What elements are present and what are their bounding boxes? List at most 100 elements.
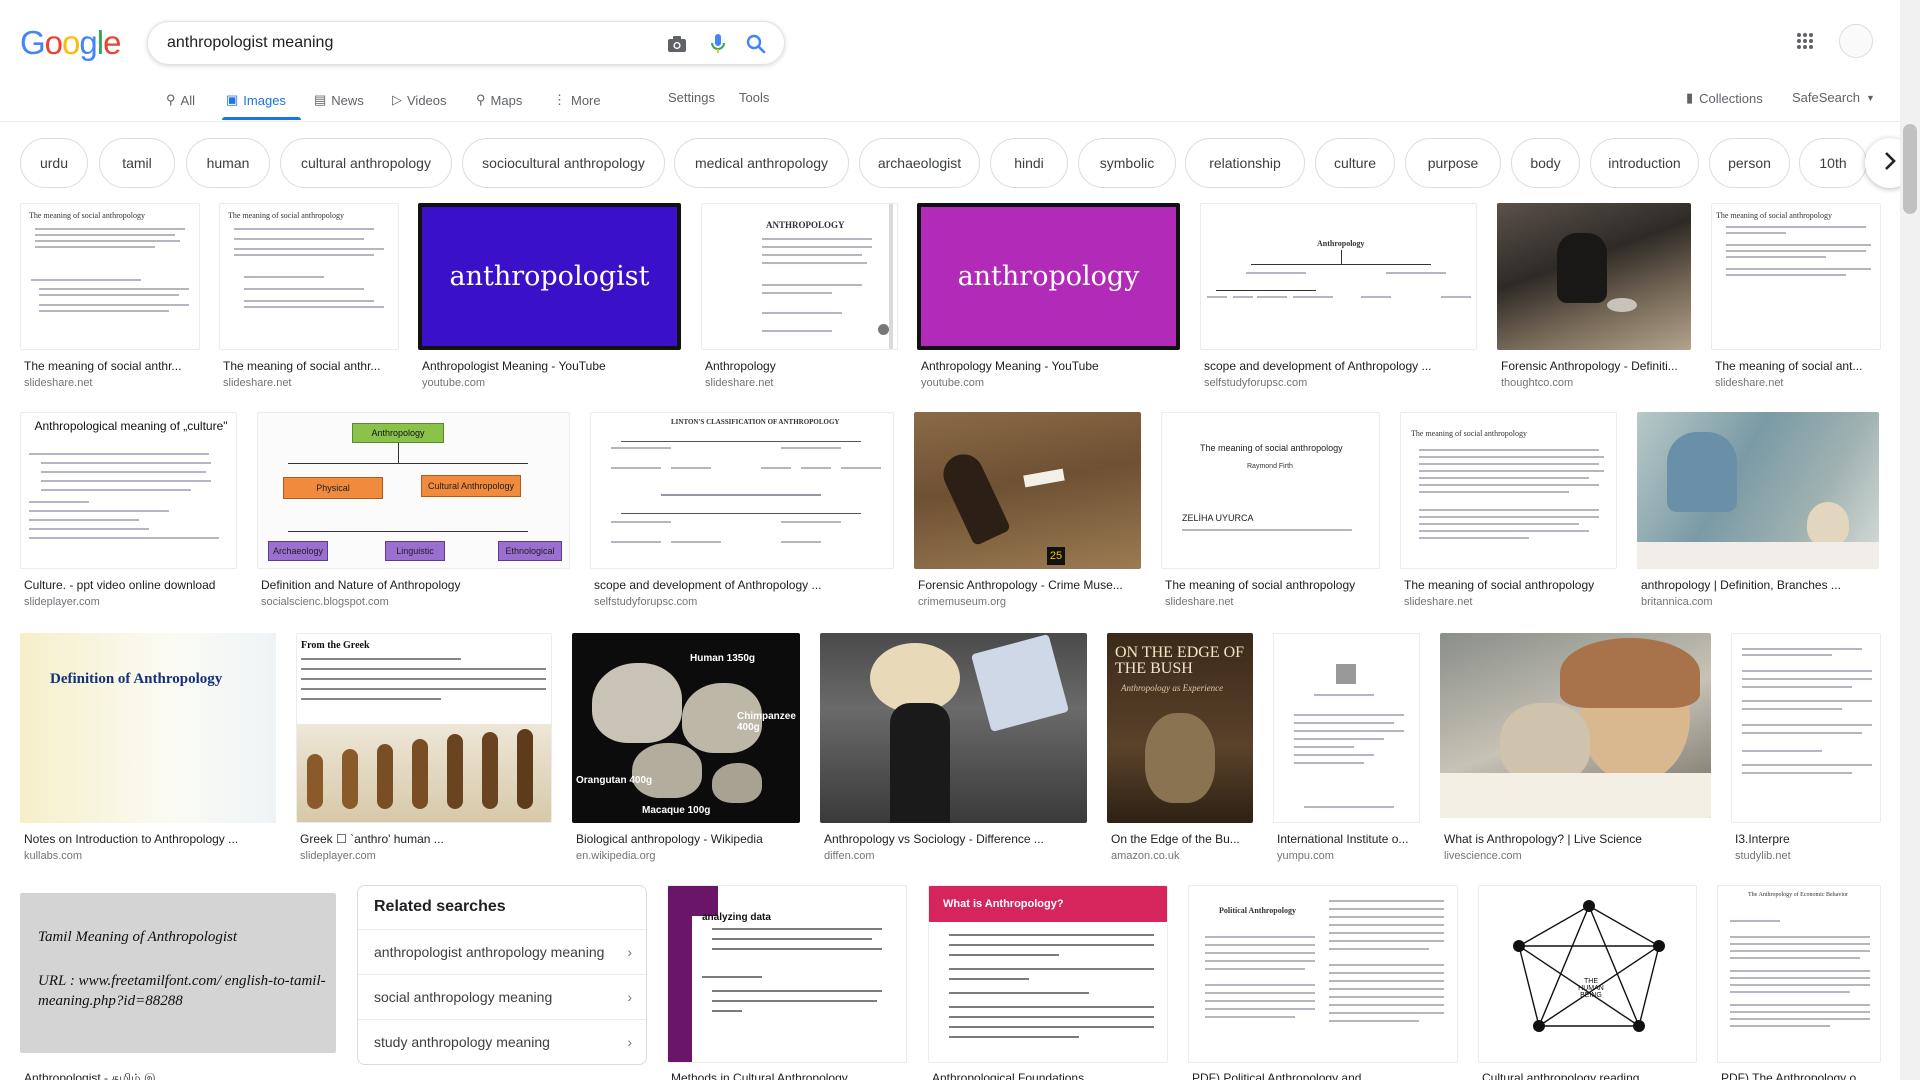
result-thumbnail[interactable]: The meaning of social anthropology (1711, 203, 1881, 350)
chip[interactable]: hindi (990, 138, 1068, 188)
safesearch-button[interactable]: SafeSearch ▼ (1792, 90, 1875, 105)
chip[interactable]: 10th (1799, 138, 1867, 188)
image-result[interactable]: LINTON'S CLASSIFICATION OF ANTHROPOLOGY … (590, 412, 894, 612)
related-search-link[interactable]: anthropologist anthropology meaning › (358, 929, 646, 974)
tab-all[interactable]: ⚲ All (166, 90, 195, 110)
image-result[interactable]: From the Greek Greek ☐ `anthro' human ..… (296, 633, 552, 865)
tab-more[interactable]: ⋮ More (553, 90, 601, 110)
header-divider (0, 121, 1900, 122)
image-result[interactable]: Political Anthropology PDF) Political An… (1188, 885, 1458, 1080)
chip[interactable]: introduction (1590, 138, 1699, 188)
result-thumbnail[interactable]: Anthropology Physical Cultural Anthropol… (257, 412, 570, 569)
result-thumbnail[interactable]: The meaning of social anthropology Raymo… (1161, 412, 1380, 569)
result-thumbnail[interactable]: LINTON'S CLASSIFICATION OF ANTHROPOLOGY (590, 412, 894, 569)
image-result[interactable]: Definition of Anthropology Notes on Intr… (20, 633, 276, 865)
result-thumbnail[interactable]: The Anthropology of Economic Behavior (1717, 885, 1881, 1063)
google-logo[interactable]: Google (20, 24, 121, 62)
avatar[interactable] (1839, 24, 1873, 58)
result-thumbnail[interactable] (1637, 412, 1879, 569)
result-thumbnail[interactable]: anthropologist (418, 203, 681, 350)
chip[interactable]: person (1709, 138, 1790, 188)
result-thumbnail[interactable] (820, 633, 1087, 823)
image-result[interactable]: ON THE EDGE OF THE BUSH Anthropology as … (1107, 633, 1253, 865)
result-thumbnail[interactable] (1731, 633, 1881, 823)
image-result[interactable]: What is Anthropology? Anthropological Fo… (928, 885, 1168, 1080)
image-result[interactable]: The meaning of social anthropology The m… (1400, 412, 1617, 612)
result-thumbnail[interactable]: ON THE EDGE OF THE BUSH Anthropology as … (1107, 633, 1253, 823)
image-result[interactable]: I3.Interpre studylib.net (1731, 633, 1881, 865)
image-result[interactable]: 25 Forensic Anthropology - Crime Muse...… (914, 412, 1141, 612)
image-result[interactable]: Anthropology vs Sociology - Difference .… (820, 633, 1087, 865)
image-result[interactable]: Anthropology Physical Cultural Anthropol… (257, 412, 570, 612)
image-result[interactable]: Tamil Meaning of Anthropologist URL : ww… (20, 885, 336, 1080)
image-result[interactable]: The meaning of social anthropology The m… (20, 203, 200, 393)
image-result[interactable]: THE HUMAN BEING Cultural anthropology re… (1478, 885, 1697, 1080)
chip[interactable]: relationship (1185, 138, 1305, 188)
related-search-link[interactable]: social anthropology meaning › (358, 974, 646, 1019)
image-result[interactable]: analyzing data Methods in Cultural Anthr… (667, 885, 907, 1080)
chip[interactable]: tamil (99, 138, 175, 188)
image-result[interactable]: The meaning of social anthropology The m… (219, 203, 399, 393)
image-result[interactable]: Human 1350g Chimpanzee 400g Orangutan 40… (572, 633, 800, 865)
chip[interactable]: sociocultural anthropology (462, 138, 665, 188)
image-result[interactable]: The meaning of social anthropology The m… (1711, 203, 1881, 393)
image-result[interactable]: The meaning of social anthropology Raymo… (1161, 412, 1380, 612)
result-thumbnail[interactable]: THE HUMAN BEING (1478, 885, 1697, 1063)
result-thumbnail[interactable]: anthropology (917, 203, 1180, 350)
chip[interactable]: cultural anthropology (280, 138, 452, 188)
chip[interactable]: symbolic (1078, 138, 1176, 188)
chip[interactable]: body (1511, 138, 1580, 188)
result-thumbnail[interactable]: Definition of Anthropology (20, 633, 276, 823)
search-box[interactable]: anthropologist meaning (147, 21, 785, 65)
result-thumbnail[interactable]: 25 (914, 412, 1141, 569)
result-thumbnail[interactable]: ANTHROPOLOGY (701, 203, 898, 350)
chip[interactable]: archaeologist (859, 138, 980, 188)
camera-icon[interactable] (666, 33, 688, 55)
result-thumbnail[interactable]: analyzing data (667, 885, 907, 1063)
tab-maps[interactable]: ⚲ Maps (476, 90, 522, 110)
tab-images[interactable]: ▣ Images (226, 90, 286, 110)
collections-button[interactable]: ▮ Collections (1686, 90, 1763, 106)
result-thumbnail[interactable] (1440, 633, 1711, 818)
microphone-icon[interactable] (707, 33, 729, 55)
scrollbar-thumb[interactable] (1903, 124, 1917, 214)
search-input[interactable]: anthropologist meaning (167, 34, 333, 52)
result-thumbnail[interactable]: The meaning of social anthropology (1400, 412, 1617, 569)
image-result[interactable]: The Anthropology of Economic Behavior PD… (1717, 885, 1881, 1080)
chip[interactable]: medical anthropology (674, 138, 849, 188)
settings-button[interactable]: Settings (668, 90, 715, 105)
image-result[interactable]: Anthropological meaning of „culture" Cul… (20, 412, 237, 612)
image-result[interactable]: What is Anthropology? | Live Science liv… (1440, 633, 1711, 865)
result-thumbnail[interactable]: Tamil Meaning of Anthropologist URL : ww… (20, 893, 336, 1053)
chevron-right-icon (1883, 151, 1897, 176)
result-thumbnail[interactable]: Anthropology (1200, 203, 1477, 350)
tab-news[interactable]: ▤ News (314, 90, 364, 110)
tab-videos[interactable]: ▷ Videos (392, 90, 447, 110)
result-thumbnail[interactable] (1273, 633, 1420, 823)
result-thumbnail[interactable] (1497, 203, 1691, 350)
chip[interactable]: urdu (20, 138, 88, 188)
tools-button[interactable]: Tools (739, 90, 769, 105)
image-result[interactable]: anthropology Anthropology Meaning - YouT… (917, 203, 1180, 393)
search-icon[interactable] (745, 33, 767, 55)
chip[interactable]: human (186, 138, 270, 188)
image-result[interactable]: anthropologist Anthropologist Meaning - … (418, 203, 681, 393)
active-tab-indicator (222, 117, 301, 120)
image-result[interactable]: Anthropology scope and development of An… (1200, 203, 1477, 393)
chip[interactable]: purpose (1405, 138, 1501, 188)
apps-grid-icon[interactable] (1796, 32, 1814, 55)
chip[interactable]: culture (1315, 138, 1395, 188)
image-result[interactable]: Forensic Anthropology - Definiti... thou… (1497, 203, 1691, 393)
result-thumbnail[interactable]: Political Anthropology (1188, 885, 1458, 1063)
result-thumbnail[interactable]: Anthropological meaning of „culture" (20, 412, 237, 569)
image-result[interactable]: ANTHROPOLOGY Anthropology slideshare.net (701, 203, 898, 393)
result-thumbnail[interactable]: The meaning of social anthropology (20, 203, 200, 350)
result-thumbnail[interactable]: What is Anthropology? (928, 885, 1168, 1063)
related-search-link[interactable]: study anthropology meaning › (358, 1019, 646, 1064)
result-thumbnail[interactable]: Human 1350g Chimpanzee 400g Orangutan 40… (572, 633, 800, 823)
result-thumbnail[interactable]: From the Greek (296, 633, 552, 823)
image-result[interactable]: International Institute o... yumpu.com (1273, 633, 1420, 865)
result-thumbnail[interactable]: The meaning of social anthropology (219, 203, 399, 350)
map-pin-icon: ⚲ (476, 92, 486, 107)
image-result[interactable]: anthropology | Definition, Branches ... … (1637, 412, 1879, 612)
